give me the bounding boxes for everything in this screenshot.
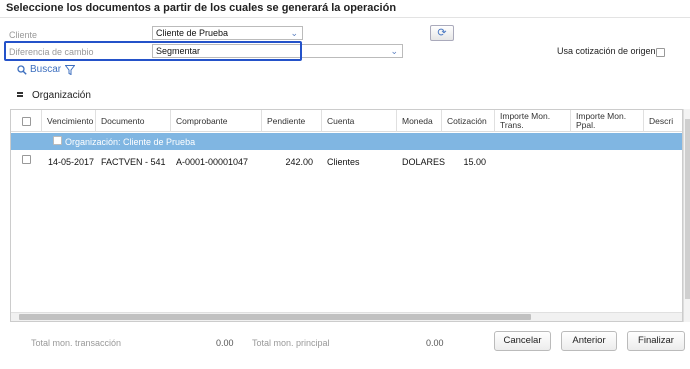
vertical-scrollbar-thumb[interactable] xyxy=(685,119,690,299)
chevron-down-icon: ⌄ xyxy=(290,28,298,38)
refresh-icon: ⟳ xyxy=(437,27,447,39)
anterior-button[interactable]: Anterior xyxy=(561,331,617,351)
group-row[interactable]: Organización: Cliente de Prueba xyxy=(11,133,682,150)
select-all-checkbox[interactable] xyxy=(21,116,31,126)
horizontal-scrollbar[interactable] xyxy=(11,312,682,321)
usa-cotizacion-label: Usa cotización de origen xyxy=(557,46,656,56)
col-importe-ppal[interactable]: Importe Mon. Ppal. xyxy=(571,110,644,132)
usa-cotizacion-checkbox[interactable] xyxy=(656,48,665,57)
col-comprobante[interactable]: Comprobante xyxy=(171,110,262,132)
cell-cuenta: Clientes xyxy=(327,157,360,167)
total-trans-label: Total mon. transacción xyxy=(31,338,122,348)
cliente-select[interactable]: Cliente de Prueba ⌄ xyxy=(152,26,303,40)
grid-icon xyxy=(17,92,23,98)
documents-grid: Vencimiento Documento Comprobante Pendie… xyxy=(10,109,683,322)
cell-moneda: DOLARES xyxy=(402,157,446,167)
col-importe-trans[interactable]: Importe Mon. Trans. xyxy=(495,110,571,132)
cell-cotizacion: 15.00 xyxy=(463,157,486,167)
cell-pendiente: 242.00 xyxy=(285,157,313,167)
row-checkbox[interactable] xyxy=(22,155,31,164)
finalizar-button[interactable]: Finalizar xyxy=(627,331,685,351)
buscar-link[interactable]: Buscar xyxy=(17,64,61,75)
search-icon xyxy=(17,64,27,75)
dialog-title: Seleccione los documentos a partir de lo… xyxy=(6,2,397,14)
refresh-button[interactable]: ⟳ xyxy=(430,25,454,41)
grouping-label: Organización xyxy=(32,90,91,101)
col-documento[interactable]: Documento xyxy=(96,110,171,132)
col-vencimiento[interactable]: Vencimiento xyxy=(42,110,96,132)
col-cuenta[interactable]: Cuenta xyxy=(322,110,397,132)
col-moneda[interactable]: Moneda xyxy=(397,110,442,132)
scrollbar-thumb[interactable] xyxy=(19,314,531,320)
cell-documento: FACTVEN - 541 xyxy=(101,157,166,167)
cliente-select-value: Cliente de Prueba xyxy=(156,28,229,38)
chevron-down-icon: ⌄ xyxy=(390,46,398,56)
total-ppal-value: 0.00 xyxy=(426,338,444,348)
cell-vencimiento: 14-05-2017 xyxy=(48,157,95,167)
cancelar-button[interactable]: Cancelar xyxy=(494,331,551,351)
grid-header: Vencimiento Documento Comprobante Pendie… xyxy=(11,110,682,132)
filter-icon[interactable] xyxy=(65,65,75,75)
total-trans-value: 0.00 xyxy=(216,338,234,348)
group-row-label: Organización: Cliente de Prueba xyxy=(65,137,196,147)
title-divider xyxy=(0,17,690,18)
col-descripcion[interactable]: Descri xyxy=(644,110,682,132)
col-cotizacion[interactable]: Cotización xyxy=(442,110,495,132)
cliente-label: Cliente xyxy=(9,30,38,40)
col-pendiente[interactable]: Pendiente xyxy=(262,110,322,132)
highlight-box xyxy=(4,41,302,61)
header-select-all[interactable] xyxy=(11,110,42,132)
vertical-scrollbar[interactable] xyxy=(683,109,690,322)
cell-comprobante: A-0001-00001047 xyxy=(176,157,249,167)
buscar-label: Buscar xyxy=(30,64,62,75)
total-ppal-label: Total mon. principal xyxy=(252,338,330,348)
